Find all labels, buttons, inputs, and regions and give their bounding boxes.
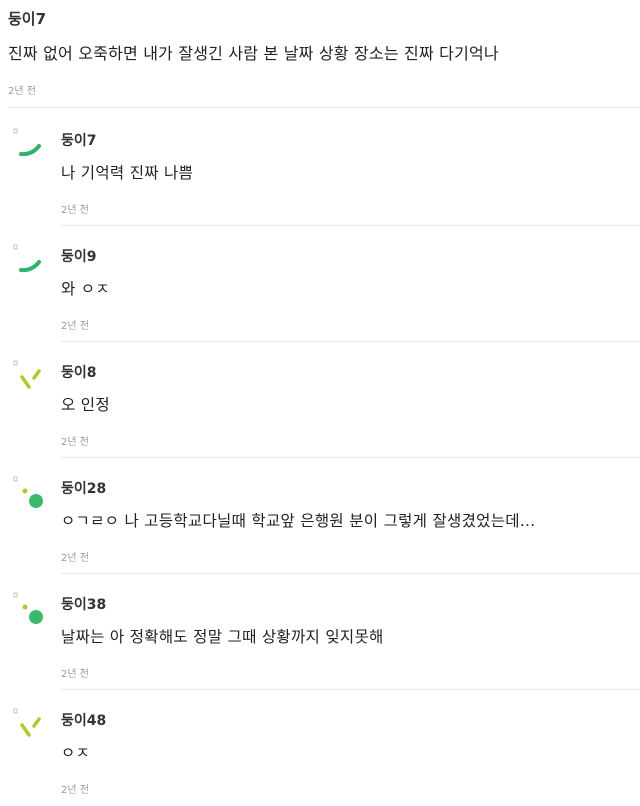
- reply-time: 2년 전: [61, 205, 89, 216]
- arc-green-icon: [13, 128, 41, 157]
- reply-text: 와 ㅇㅈ: [61, 280, 110, 298]
- reply-time: 2년 전: [61, 321, 89, 332]
- reply-item: 둥이7 나 기억력 진짜 나쁨 2년 전: [0, 110, 640, 226]
- reply-item: 둥이8 오 인정 2년 전: [0, 342, 640, 458]
- divider: [8, 107, 640, 108]
- reply-text: ㅇㄱㄹㅇ 나 고등학교다닐때 학교앞 은행원 분이 그렇게 잘생겼었는데...: [61, 512, 536, 530]
- reply-text: 오 인정: [61, 396, 110, 414]
- reply-text: ㅇㅈ: [61, 744, 91, 762]
- reply-author[interactable]: 둥이28: [61, 478, 106, 498]
- reply-author[interactable]: 둥이48: [61, 710, 106, 730]
- reply-item: 둥이9 와 ㅇㅈ 2년 전: [0, 226, 640, 342]
- arc-green-icon: [13, 244, 41, 273]
- comment-time: 2년 전: [8, 86, 36, 97]
- reply-author[interactable]: 둥이8: [61, 362, 97, 382]
- lime-dashes-icon: [13, 360, 41, 389]
- comment-author[interactable]: 둥이7: [8, 8, 46, 29]
- reply-text: 나 기억력 진짜 나쁨: [61, 164, 194, 182]
- reply-item: 둥이38 날짜는 아 정확해도 정말 그때 상황까지 잊지못해 2년 전: [0, 574, 640, 690]
- reply-author[interactable]: 둥이7: [61, 130, 97, 150]
- green-dots-icon: [13, 592, 43, 624]
- reply-author[interactable]: 둥이38: [61, 594, 106, 614]
- reply-time: 2년 전: [61, 553, 89, 564]
- green-dots-icon: [13, 476, 43, 508]
- reply-author[interactable]: 둥이9: [61, 246, 97, 266]
- reply-item: 둥이48 ㅇㅈ 2년 전: [0, 690, 640, 806]
- comment-text: 진짜 없어 오죽하면 내가 잘생긴 사람 본 날짜 상황 장소는 진짜 다기억나: [8, 44, 499, 63]
- reply-time: 2년 전: [61, 437, 89, 448]
- reply-time: 2년 전: [61, 669, 89, 680]
- reply-text: 날짜는 아 정확해도 정말 그때 상황까지 잊지못해: [61, 628, 384, 646]
- lime-dashes-icon: [13, 708, 41, 737]
- reply-item: 둥이28 ㅇㄱㄹㅇ 나 고등학교다닐때 학교앞 은행원 분이 그렇게 잘생겼었는…: [0, 458, 640, 574]
